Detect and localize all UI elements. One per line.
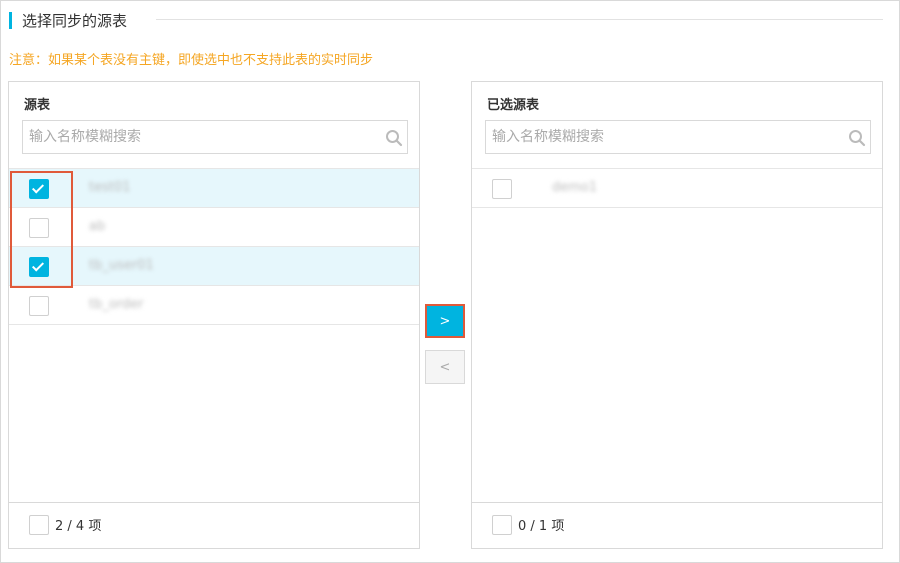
table-name: tb_user01 — [89, 258, 154, 273]
selected-search-input[interactable] — [486, 121, 836, 153]
table-name: ab — [89, 219, 106, 234]
primary-key-notice: 注意：如果某个表没有主键，即使选中也不支持此表的实时同步 — [9, 53, 374, 68]
selected-table-list: demo1 — [472, 168, 882, 208]
source-panel-header: 源表 — [24, 98, 51, 113]
row-checkbox[interactable] — [492, 179, 512, 199]
selected-search-box — [485, 120, 871, 154]
title-divider — [156, 19, 883, 20]
title-accent-bar — [9, 11, 12, 29]
search-icon[interactable] — [385, 129, 403, 147]
select-all-checkbox[interactable] — [29, 515, 49, 535]
selected-panel-header: 已选源表 — [487, 98, 540, 113]
source-panel-footer: 2 / 4 项 — [9, 502, 419, 548]
table-name: test01 — [89, 180, 131, 195]
source-search-box — [22, 120, 408, 154]
section-title: 选择同步的源表 — [9, 10, 127, 30]
section-title-text: 选择同步的源表 — [22, 11, 128, 30]
table-name: demo1 — [552, 180, 598, 195]
selection-count: 0 / 1 项 — [518, 519, 565, 534]
search-icon[interactable] — [848, 129, 866, 147]
selection-count: 2 / 4 项 — [55, 519, 102, 534]
row-checkbox[interactable] — [29, 296, 49, 316]
select-all-checkbox[interactable] — [492, 515, 512, 535]
table-name: tb_order — [89, 297, 144, 312]
source-search-input[interactable] — [23, 121, 373, 153]
selected-panel-footer: 0 / 1 项 — [472, 502, 882, 548]
move-right-button[interactable]: > — [425, 304, 465, 338]
source-table-panel: 源表 test01 ab tb_user01 tb_ord — [8, 81, 420, 549]
table-row[interactable]: demo1 — [472, 169, 882, 208]
annotation-highlight-box — [10, 171, 73, 288]
selected-table-panel: 已选源表 demo1 0 / 1 项 — [471, 81, 883, 549]
page-frame: 选择同步的源表 注意：如果某个表没有主键，即使选中也不支持此表的实时同步 源表 … — [0, 0, 900, 563]
table-row[interactable]: tb_order — [9, 286, 419, 325]
move-left-button[interactable]: < — [425, 350, 465, 384]
